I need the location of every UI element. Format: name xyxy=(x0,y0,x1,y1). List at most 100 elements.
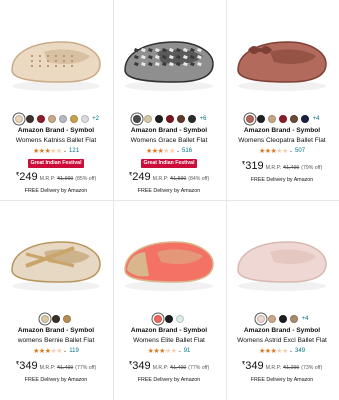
color-swatch[interactable] xyxy=(290,115,299,123)
shoe-image xyxy=(11,41,101,91)
color-swatch[interactable] xyxy=(279,115,288,123)
shoe-image xyxy=(124,241,214,291)
chevron-down-icon[interactable]: ⌄ xyxy=(289,348,293,354)
color-swatch[interactable] xyxy=(268,115,277,123)
color-swatch[interactable] xyxy=(14,115,23,123)
product-brand: Amazon Brand - Symbol xyxy=(243,127,321,134)
mrp: M.R.P: ₹1,599 xyxy=(152,176,187,182)
color-swatch[interactable] xyxy=(268,315,277,323)
delivery-info: FREE Delivery by Amazon xyxy=(24,188,88,194)
color-swatch[interactable] xyxy=(279,315,288,323)
rating[interactable]: ★★★★★⌄ 119 xyxy=(0,347,112,356)
color-swatch[interactable] xyxy=(58,115,67,123)
rating-count[interactable]: 507 xyxy=(295,148,305,154)
product-image[interactable] xyxy=(117,208,221,308)
rating-count[interactable]: 121 xyxy=(69,148,79,154)
product-brand: Amazon Brand - Symbol xyxy=(17,327,95,334)
rating[interactable]: ★★★★★⌄ 507 xyxy=(226,147,338,156)
product-title-link[interactable]: Womens Astrid Excl Ballet Flat xyxy=(226,337,338,344)
color-swatch[interactable] xyxy=(69,115,78,123)
color-swatch[interactable] xyxy=(257,315,266,323)
price-row: ₹349 M.R.P: ₹1,299 (73% off) xyxy=(226,360,338,372)
color-swatch[interactable] xyxy=(63,315,71,323)
color-swatch[interactable] xyxy=(166,115,175,123)
product-brand: Amazon Brand - Symbol xyxy=(243,327,321,334)
product-title-link[interactable]: Womens Elite Ballet Flat xyxy=(113,337,225,344)
rating[interactable]: ★★★★★⌄ 91 xyxy=(113,347,225,356)
color-swatch[interactable] xyxy=(47,115,56,123)
price: 249 xyxy=(132,171,151,183)
product-card[interactable]: +6 Amazon Brand - Symbol Womens Grace Ba… xyxy=(113,0,225,200)
color-swatch[interactable] xyxy=(41,315,49,323)
rating-count[interactable]: 349 xyxy=(295,348,305,354)
discount: (77% off) xyxy=(188,365,210,371)
product-image[interactable] xyxy=(117,8,221,108)
color-swatch[interactable] xyxy=(165,315,173,323)
color-swatch[interactable] xyxy=(52,315,60,323)
more-colors-link[interactable]: +2 xyxy=(92,116,99,122)
color-swatch[interactable] xyxy=(80,115,89,123)
rating-count[interactable]: 516 xyxy=(182,148,192,154)
delivery-info: FREE Delivery by Amazon xyxy=(250,377,314,383)
color-swatch[interactable] xyxy=(25,115,34,123)
price: 319 xyxy=(245,160,264,172)
product-brand: Amazon Brand - Symbol xyxy=(130,327,208,334)
chevron-down-icon[interactable]: ⌄ xyxy=(63,148,67,154)
color-swatch[interactable] xyxy=(188,115,197,123)
product-card[interactable]: Amazon Brand - Symbol Womens Elite Balle… xyxy=(113,200,225,400)
discount: (79% off) xyxy=(301,165,323,171)
color-swatch[interactable] xyxy=(246,115,255,123)
color-swatches: +4 xyxy=(226,113,338,125)
discount: (77% off) xyxy=(75,365,97,371)
product-card[interactable]: +2 Amazon Brand - Symbol Womens Katniss … xyxy=(0,0,112,200)
price: 349 xyxy=(19,360,38,372)
color-swatch[interactable] xyxy=(301,115,310,123)
price: 349 xyxy=(132,360,151,372)
delivery-info: FREE Delivery by Amazon xyxy=(137,377,201,383)
color-swatch[interactable] xyxy=(176,315,184,323)
star-rating-icon: ★★★★★ xyxy=(145,148,175,155)
color-swatch[interactable] xyxy=(155,115,164,123)
product-title-link[interactable]: Womens Cleopatra Ballet Flat xyxy=(226,137,338,144)
delivery-info: FREE Delivery by Amazon xyxy=(250,177,314,183)
more-colors-link[interactable]: +4 xyxy=(313,116,320,122)
color-swatch[interactable] xyxy=(177,115,186,123)
product-image[interactable] xyxy=(4,208,108,308)
rating[interactable]: ★★★★★⌄ 516 xyxy=(113,147,225,156)
shoe-image xyxy=(11,241,101,291)
price-row: ₹349 M.R.P: ₹1,499 (77% off) xyxy=(113,360,225,372)
rating-count[interactable]: 91 xyxy=(184,348,191,354)
star-rating-icon: ★★★★★ xyxy=(258,148,288,155)
chevron-down-icon[interactable]: ⌄ xyxy=(176,148,180,154)
product-image[interactable] xyxy=(4,8,108,108)
product-title-link[interactable]: Womens Katniss Ballet Flat xyxy=(0,137,112,144)
more-colors-link[interactable]: +6 xyxy=(200,116,207,122)
product-brand: Amazon Brand - Symbol xyxy=(17,127,95,134)
rating-count[interactable]: 119 xyxy=(69,348,79,354)
color-swatches xyxy=(0,313,112,325)
more-colors-link[interactable]: +4 xyxy=(302,316,309,322)
color-swatch[interactable] xyxy=(154,315,162,323)
color-swatch[interactable] xyxy=(290,315,299,323)
color-swatch[interactable] xyxy=(257,115,266,123)
chevron-down-icon[interactable]: ⌄ xyxy=(63,348,67,354)
delivery-info: FREE Delivery by Amazon xyxy=(137,188,201,194)
product-title-link[interactable]: womens Bernie Ballet Flat xyxy=(0,337,112,344)
mrp: M.R.P: ₹1,299 xyxy=(265,365,300,371)
mrp: M.R.P: ₹1,499 xyxy=(152,365,187,371)
product-card[interactable]: +4 Amazon Brand - Symbol Womens Cleopatr… xyxy=(226,0,338,200)
chevron-down-icon[interactable]: ⌄ xyxy=(178,348,182,354)
product-image[interactable] xyxy=(230,208,334,308)
product-card[interactable]: Amazon Brand - Symbol womens Bernie Ball… xyxy=(0,200,112,400)
deal-badge: Great Indian Festival xyxy=(28,159,84,168)
chevron-down-icon[interactable]: ⌄ xyxy=(289,148,293,154)
product-card[interactable]: +4 Amazon Brand - Symbol Womens Astrid E… xyxy=(226,200,338,400)
rating[interactable]: ★★★★★⌄ 121 xyxy=(0,147,112,156)
rating[interactable]: ★★★★★⌄ 349 xyxy=(226,347,338,356)
color-swatch[interactable] xyxy=(133,115,142,123)
color-swatch[interactable] xyxy=(144,115,153,123)
product-title-link[interactable]: Womens Grace Ballet Flat xyxy=(113,137,225,144)
mrp: M.R.P: ₹1,499 xyxy=(39,365,74,371)
product-image[interactable] xyxy=(230,8,334,108)
color-swatch[interactable] xyxy=(36,115,45,123)
